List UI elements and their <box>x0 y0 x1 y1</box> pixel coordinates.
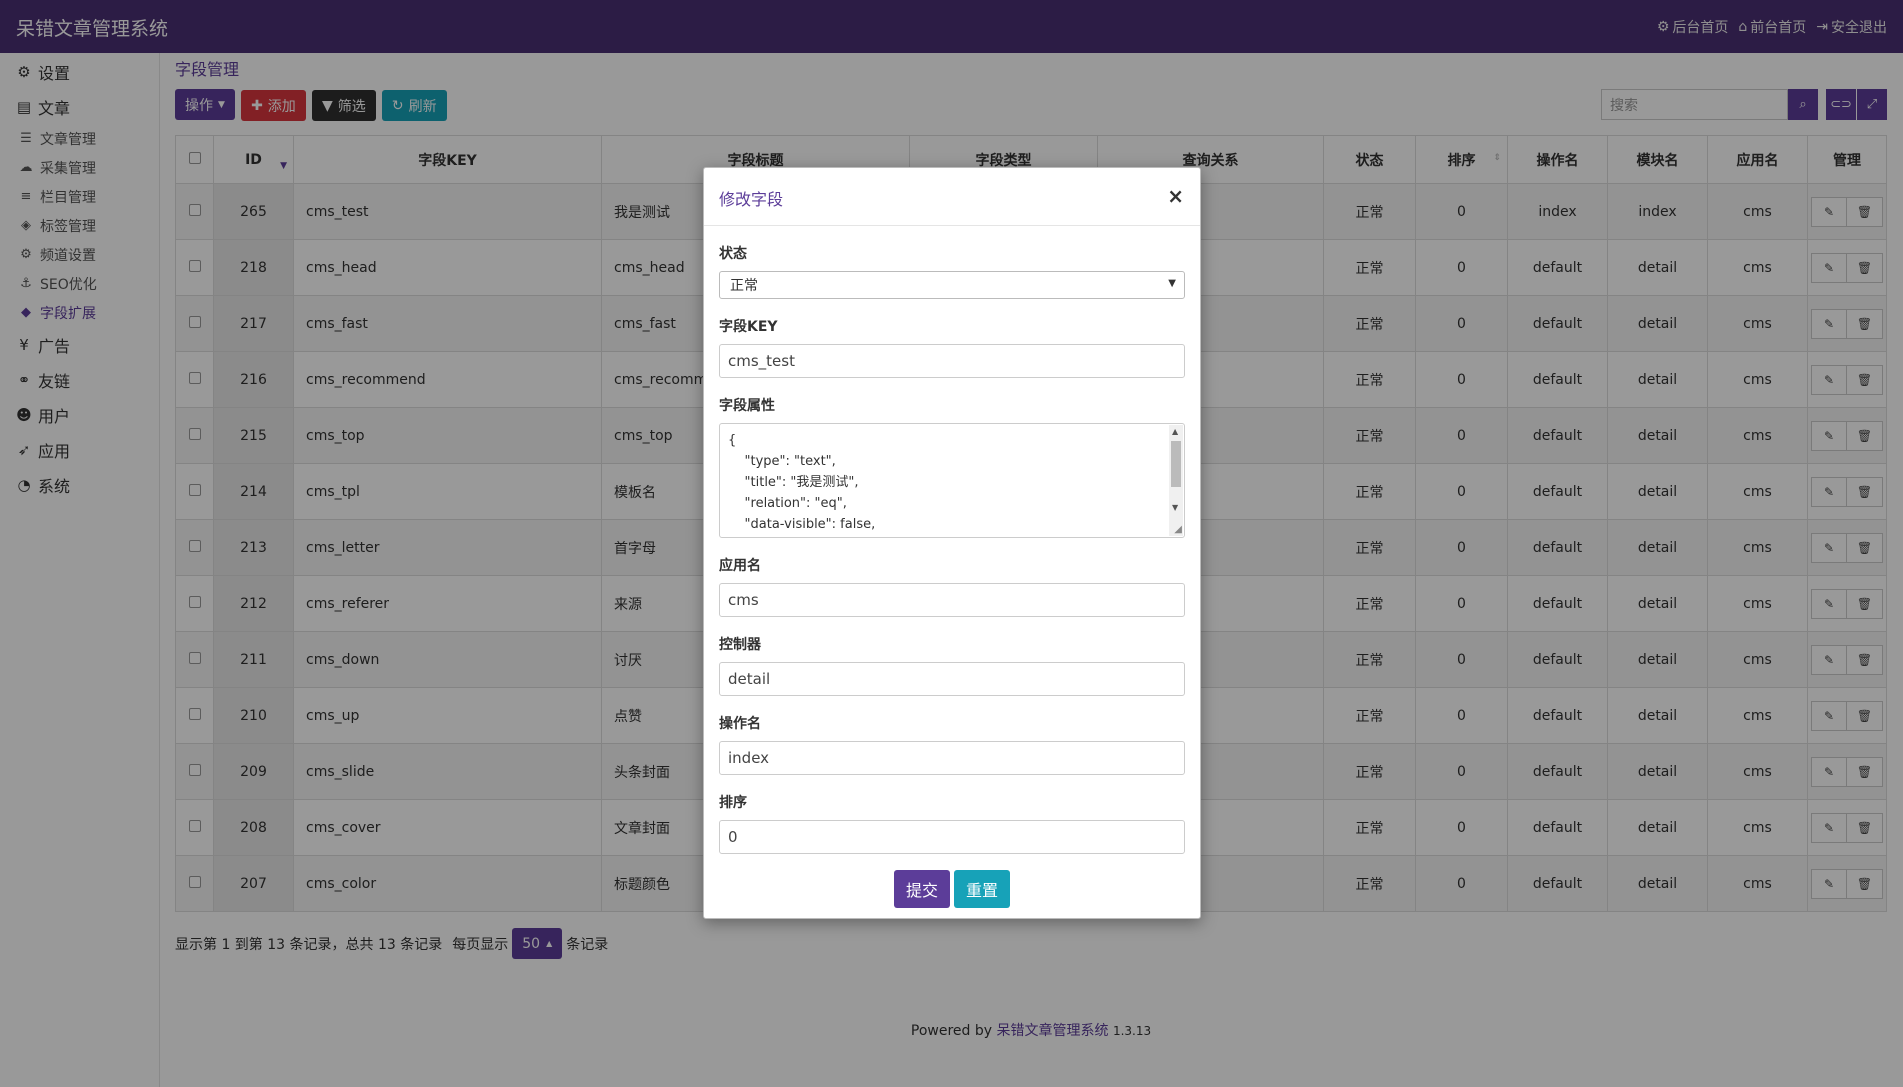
scroll-thumb[interactable] <box>1171 441 1181 487</box>
edit-field-modal: 修改字段 × 状态 正常 ▼ 字段KEY cms_test 字段属性 { "ty… <box>703 167 1201 919</box>
submit-button[interactable]: 提交 <box>893 870 950 908</box>
modal-header: 修改字段 × <box>704 168 1200 226</box>
status-label: 状态 <box>719 246 747 262</box>
key-input[interactable]: cms_test <box>719 344 1185 378</box>
attr-line: { <box>728 433 737 448</box>
scroll-up-icon: ▲ <box>1172 427 1179 436</box>
textarea-scrollbar[interactable]: ▲ ▼ <box>1169 425 1183 536</box>
scroll-down-icon: ▼ <box>1172 503 1179 512</box>
controller-input[interactable]: detail <box>719 662 1185 696</box>
status-select[interactable]: 正常 ▼ <box>719 271 1185 299</box>
action-input[interactable]: index <box>719 741 1185 775</box>
select-arrow-icon: ▼ <box>1168 278 1176 289</box>
attr-label: 字段属性 <box>719 398 775 414</box>
modal-actions: 提交 重置 <box>719 870 1185 908</box>
sort-input[interactable]: 0 <box>719 820 1185 854</box>
attr-line: "title": "我是测试", <box>728 475 859 490</box>
controller-label: 控制器 <box>719 637 761 653</box>
status-selected-value: 正常 <box>730 278 758 294</box>
app-label: 应用名 <box>719 558 761 574</box>
action-label: 操作名 <box>719 716 761 732</box>
attr-line: "data-visible": false, <box>728 517 876 532</box>
reset-button[interactable]: 重置 <box>954 870 1011 908</box>
key-label: 字段KEY <box>719 319 778 335</box>
attr-line: "type": "text", <box>728 454 836 469</box>
attr-textarea[interactable]: { "type": "text", "title": "我是测试", "rela… <box>719 423 1185 538</box>
modal-title: 修改字段 <box>719 190 784 209</box>
attr-line: "relation": "eq", <box>728 496 847 511</box>
close-icon[interactable]: × <box>1167 184 1184 208</box>
resize-grip-icon[interactable]: ◢ <box>1174 524 1182 535</box>
app-input[interactable]: cms <box>719 583 1185 617</box>
sort-label: 排序 <box>719 795 747 811</box>
modal-body: 状态 正常 ▼ 字段KEY cms_test 字段属性 { "type": "t… <box>704 243 1200 908</box>
